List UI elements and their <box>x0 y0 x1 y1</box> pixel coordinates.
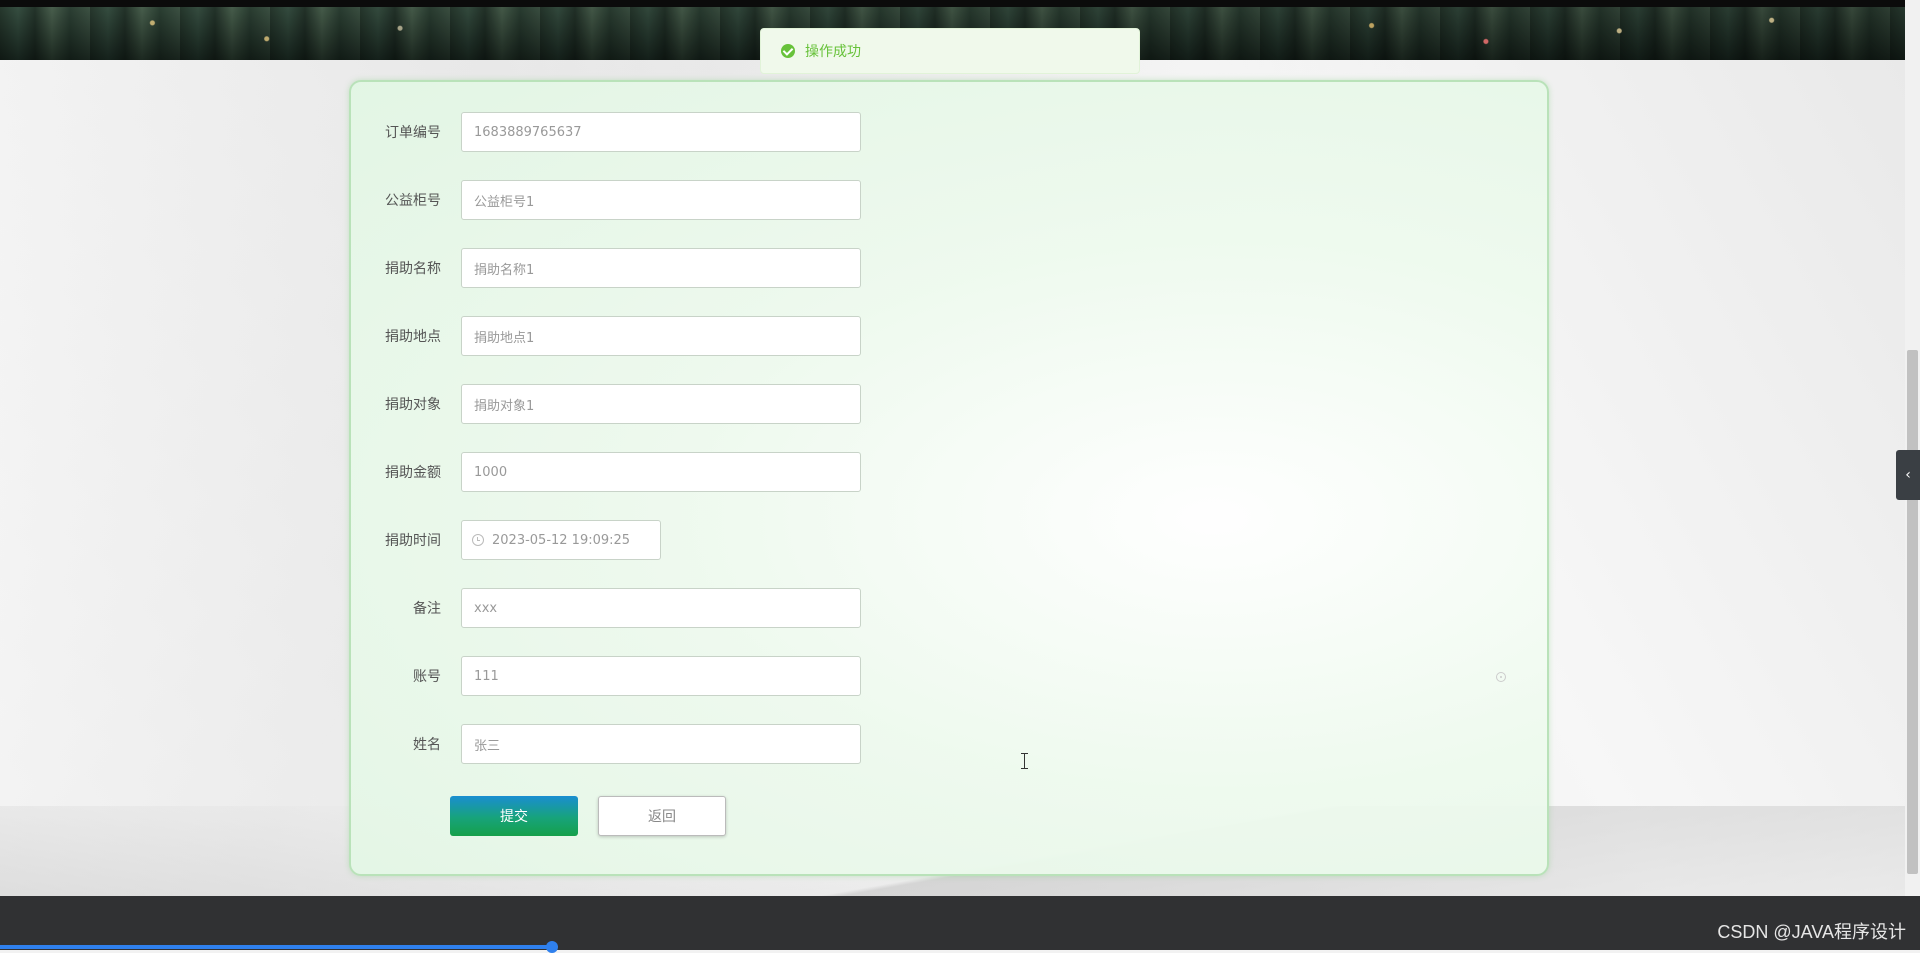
donation-time-label: 捐助时间 <box>385 533 441 549</box>
donation-name-input[interactable]: 捐助名称1 <box>461 248 861 288</box>
panel-toggle-button[interactable]: ‹ <box>1896 450 1920 500</box>
account-label: 账号 <box>413 669 441 685</box>
form-row-remark: 备注 xxx <box>351 588 861 628</box>
name-input[interactable]: 张三 <box>461 724 861 764</box>
form-row-account: 账号 111 <box>351 656 861 696</box>
donation-recipient-label: 捐助对象 <box>385 397 441 413</box>
success-toast: 操作成功 <box>760 28 1140 74</box>
form-row-order-number: 订单编号 1683889765637 <box>351 112 861 152</box>
donation-location-input[interactable]: 捐助地点1 <box>461 316 861 356</box>
donation-location-label: 捐助地点 <box>385 329 441 345</box>
order-number-input[interactable]: 1683889765637 <box>461 112 861 152</box>
video-progress-bar[interactable] <box>0 945 552 949</box>
target-icon <box>1496 672 1506 682</box>
scrollbar-thumb[interactable] <box>1907 350 1918 874</box>
donation-amount-input[interactable]: 1000 <box>461 452 861 492</box>
account-input[interactable]: 111 <box>461 656 861 696</box>
progress-handle[interactable] <box>546 941 558 953</box>
donation-name-label: 捐助名称 <box>385 261 441 277</box>
text-cursor-icon <box>1021 753 1029 769</box>
form-row-donation-time: 捐助时间 2023-05-12 19:09:25 <box>351 520 661 560</box>
cabinet-number-input[interactable]: 公益柜号1 <box>461 180 861 220</box>
chevron-left-icon: ‹ <box>1905 467 1911 483</box>
remark-label: 备注 <box>413 601 441 617</box>
page-footer <box>0 896 1920 950</box>
form-row-donation-location: 捐助地点 捐助地点1 <box>351 316 861 356</box>
toast-message: 操作成功 <box>805 44 861 60</box>
form-row-donation-amount: 捐助金额 1000 <box>351 452 861 492</box>
clock-icon <box>472 534 484 546</box>
form-row-cabinet-number: 公益柜号 公益柜号1 <box>351 180 861 220</box>
donation-amount-label: 捐助金额 <box>385 465 441 481</box>
form-row-donation-recipient: 捐助对象 捐助对象1 <box>351 384 861 424</box>
check-circle-icon <box>781 44 795 58</box>
donation-form: 订单编号 1683889765637 公益柜号 公益柜号1 捐助名称 捐助名称1… <box>349 80 1549 876</box>
back-button[interactable]: 返回 <box>598 796 726 836</box>
submit-button[interactable]: 提交 <box>450 796 578 836</box>
donation-time-picker[interactable]: 2023-05-12 19:09:25 <box>461 520 661 560</box>
form-row-name: 姓名 张三 <box>351 724 861 764</box>
form-row-donation-name: 捐助名称 捐助名称1 <box>351 248 861 288</box>
top-strip <box>0 0 1920 7</box>
cabinet-number-label: 公益柜号 <box>385 193 441 209</box>
remark-input[interactable]: xxx <box>461 588 861 628</box>
donation-time-value: 2023-05-12 19:09:25 <box>492 532 631 548</box>
order-number-label: 订单编号 <box>385 125 441 141</box>
name-label: 姓名 <box>413 737 441 753</box>
watermark-text: CSDN @JAVA程序设计 <box>1717 922 1906 942</box>
donation-recipient-input[interactable]: 捐助对象1 <box>461 384 861 424</box>
